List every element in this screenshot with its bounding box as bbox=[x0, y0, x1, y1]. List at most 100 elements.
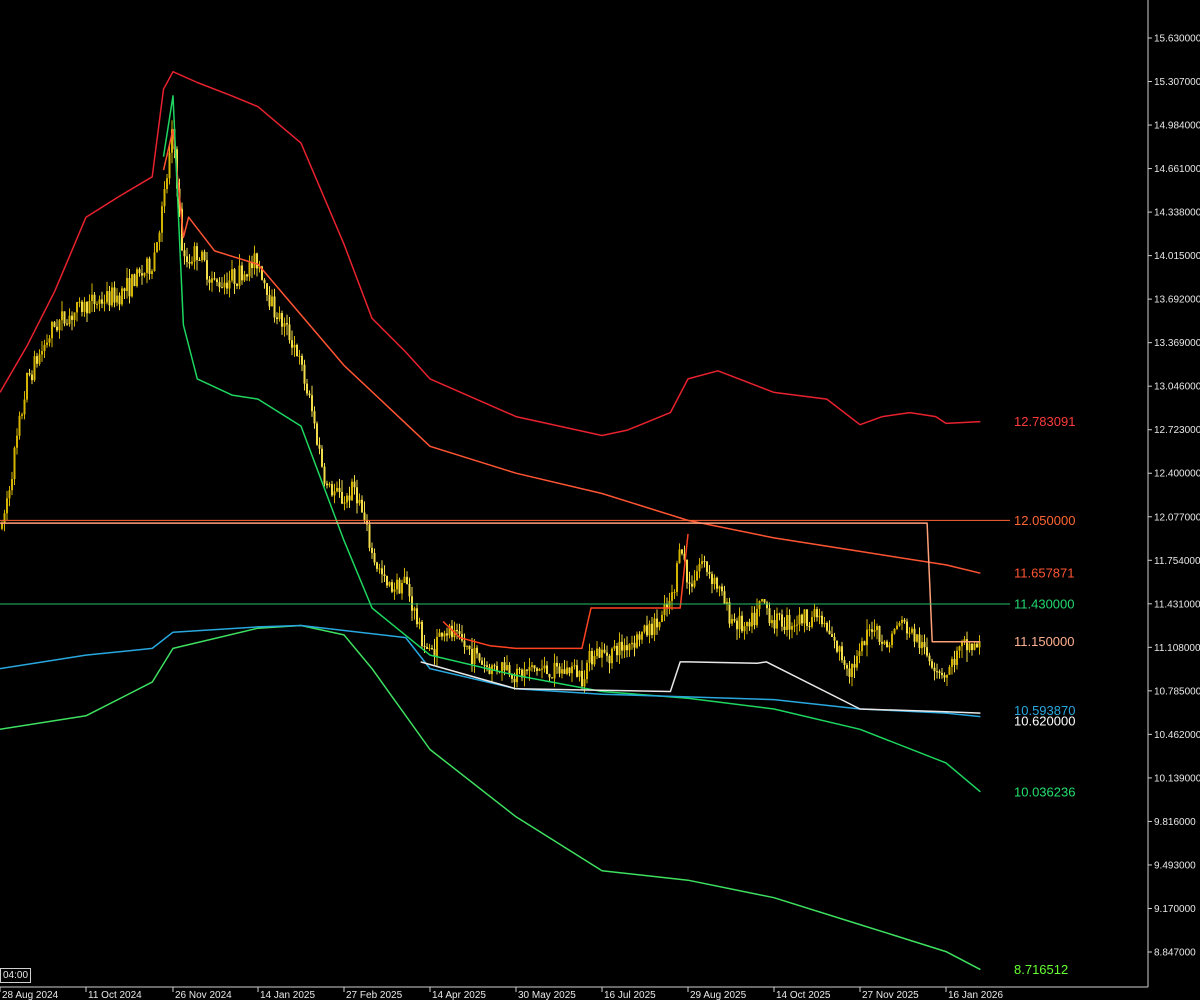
price-axis[interactable]: 15.630000 15.307000 14.984000 14.661000 14.3… bbox=[1148, 34, 1200, 959]
candle-body bbox=[468, 645, 471, 649]
candle-body bbox=[678, 549, 681, 564]
candle-body bbox=[623, 645, 626, 651]
candle-body bbox=[896, 625, 898, 629]
y-tick-label: 9.816000 bbox=[1154, 817, 1196, 828]
candle-body bbox=[13, 447, 16, 480]
candle-body bbox=[503, 662, 506, 671]
candle-body bbox=[533, 665, 536, 669]
candle-body bbox=[16, 435, 18, 448]
candle-body bbox=[418, 621, 421, 625]
candle-body bbox=[81, 301, 83, 312]
candle-body bbox=[518, 668, 521, 670]
candle-body bbox=[336, 487, 338, 492]
candle-body bbox=[791, 626, 793, 630]
candle-body bbox=[161, 206, 163, 233]
candle-body bbox=[593, 656, 596, 665]
candle-body bbox=[221, 287, 223, 289]
candle-body bbox=[646, 625, 648, 636]
candle-body bbox=[706, 561, 708, 572]
candle-body bbox=[773, 620, 776, 629]
candle-body bbox=[316, 423, 318, 445]
candle-body bbox=[401, 582, 403, 594]
candle-body bbox=[923, 642, 926, 648]
candle-body bbox=[708, 571, 711, 575]
candle-body bbox=[456, 629, 458, 632]
candle-body bbox=[31, 374, 33, 381]
candle-body bbox=[761, 599, 763, 602]
candle-body bbox=[631, 642, 633, 645]
candle-body bbox=[363, 512, 366, 521]
candle-body bbox=[471, 648, 473, 665]
candle-body bbox=[58, 320, 61, 331]
candle-body bbox=[396, 579, 398, 590]
candle-body bbox=[288, 324, 291, 341]
candle-body bbox=[873, 630, 876, 632]
candle-body bbox=[823, 622, 826, 625]
candle-body bbox=[886, 641, 888, 648]
candle-body bbox=[428, 647, 431, 649]
candle-body bbox=[733, 618, 736, 621]
candle-body bbox=[358, 499, 361, 504]
series-line bbox=[0, 522, 981, 643]
candle-body bbox=[546, 665, 548, 674]
candle-body bbox=[583, 679, 586, 687]
candle-body bbox=[951, 659, 953, 667]
candle-body bbox=[193, 246, 196, 262]
candle-body bbox=[848, 668, 851, 677]
candle-body bbox=[323, 466, 326, 484]
candle-body bbox=[298, 356, 301, 358]
candle-body bbox=[573, 665, 576, 667]
candle-body bbox=[341, 491, 343, 504]
candle-body bbox=[86, 301, 88, 314]
candle-body bbox=[383, 574, 386, 577]
candle-body bbox=[121, 288, 123, 305]
candle-body bbox=[61, 311, 63, 321]
candle-body bbox=[903, 619, 906, 622]
candle-body bbox=[431, 647, 433, 650]
y-tick-label: 10.139000 bbox=[1154, 773, 1200, 784]
candle-body bbox=[416, 608, 418, 625]
candle-body bbox=[721, 586, 723, 592]
candle-body bbox=[598, 648, 601, 658]
candle-body bbox=[268, 294, 271, 307]
candle-body bbox=[738, 615, 741, 630]
candle-body bbox=[303, 364, 306, 384]
candle-body bbox=[143, 272, 146, 276]
candle-body bbox=[876, 625, 878, 631]
candle-body bbox=[238, 265, 241, 286]
x-tick-label: 14 Jan 2025 bbox=[260, 990, 315, 1000]
candle-body bbox=[958, 646, 961, 651]
candle-body bbox=[1, 523, 3, 529]
candle-body bbox=[63, 311, 66, 324]
level-label: 11.150000 bbox=[1014, 634, 1075, 649]
candle-body bbox=[458, 631, 461, 634]
candle-body bbox=[328, 484, 331, 486]
candle-body bbox=[736, 620, 738, 630]
candle-body bbox=[188, 261, 191, 264]
candle-body bbox=[106, 291, 108, 303]
series-line bbox=[162, 128, 981, 574]
y-tick-label: 13.046000 bbox=[1154, 382, 1200, 393]
candle-body bbox=[393, 589, 396, 592]
y-tick-label: 15.630000 bbox=[1154, 34, 1200, 45]
candle-body bbox=[308, 393, 311, 396]
time-axis[interactable]: 28 Aug 2024 11 Oct 2024 26 Nov 2024 14 Jan … bbox=[0, 987, 1003, 1000]
candle-body bbox=[978, 642, 981, 648]
candle-body bbox=[26, 373, 28, 400]
candle-body bbox=[778, 613, 781, 615]
level-labels: 12.783091 12.050000 11.657871 11.430000 11.1… bbox=[1014, 414, 1075, 977]
candle-body bbox=[506, 665, 508, 671]
candle-body bbox=[581, 670, 583, 687]
candle-body bbox=[306, 383, 308, 394]
candle-body bbox=[278, 312, 281, 320]
candle-body bbox=[88, 300, 91, 314]
candle-body bbox=[226, 282, 228, 289]
candle-body bbox=[108, 291, 111, 306]
candle-body bbox=[863, 641, 866, 646]
candle-body bbox=[941, 672, 943, 676]
candle-body bbox=[948, 666, 951, 675]
candlesticks bbox=[1, 120, 981, 693]
candle-body bbox=[798, 614, 801, 625]
candle-body bbox=[928, 655, 931, 662]
candle-body bbox=[56, 326, 58, 331]
